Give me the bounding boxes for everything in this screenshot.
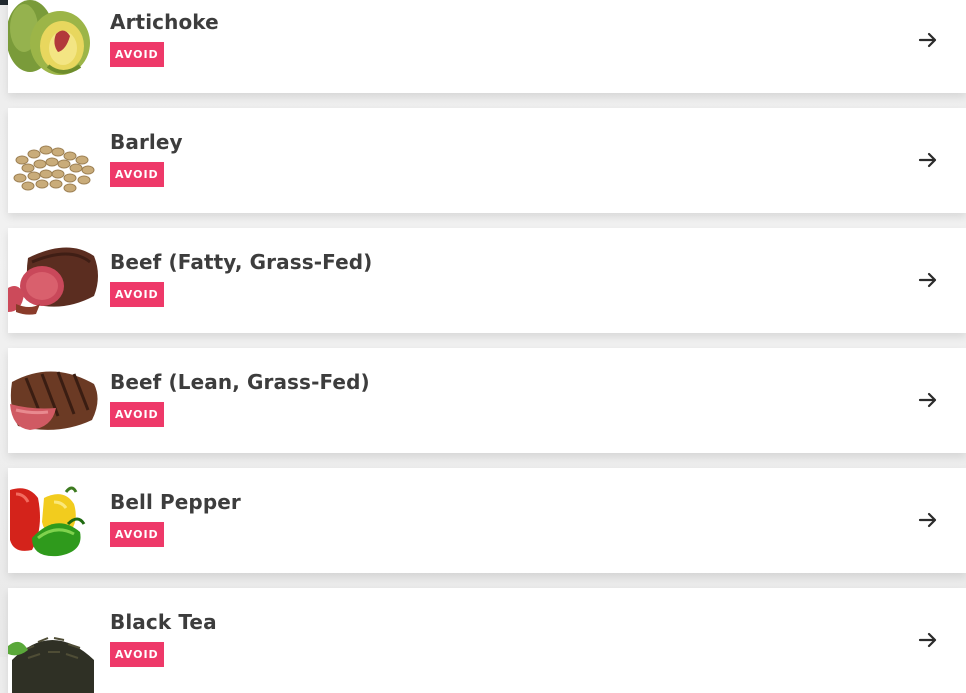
arrow-right-icon[interactable] <box>916 148 940 172</box>
arrow-right-icon[interactable] <box>916 628 940 652</box>
avoid-badge: AVOID <box>110 642 164 667</box>
food-name: Bell Pepper <box>110 490 241 514</box>
roast-beef-image <box>8 228 103 333</box>
food-name: Beef (Lean, Grass-Fed) <box>110 370 370 394</box>
food-list-item[interactable]: Beef (Fatty, Grass-Fed) AVOID <box>8 228 966 333</box>
black-tea-image <box>8 588 103 693</box>
food-name: Barley <box>110 130 183 154</box>
food-list-item[interactable]: Artichoke AVOID <box>8 0 966 93</box>
avoid-badge: AVOID <box>110 42 164 67</box>
food-list-item[interactable]: Black Tea AVOID <box>8 588 966 693</box>
barley-image <box>8 108 103 213</box>
food-list-item[interactable]: Beef (Lean, Grass-Fed) AVOID <box>8 348 966 453</box>
avoid-badge: AVOID <box>110 402 164 427</box>
avoid-badge: AVOID <box>110 282 164 307</box>
steak-image <box>8 348 103 453</box>
arrow-right-icon[interactable] <box>916 388 940 412</box>
arrow-right-icon[interactable] <box>916 508 940 532</box>
avoid-badge: AVOID <box>110 162 164 187</box>
artichoke-image <box>8 0 103 93</box>
food-list-item[interactable]: Bell Pepper AVOID <box>8 468 966 573</box>
bell-pepper-image <box>8 468 103 573</box>
food-name: Artichoke <box>110 10 219 34</box>
food-list-item[interactable]: Barley AVOID <box>8 108 966 213</box>
avoid-badge: AVOID <box>110 522 164 547</box>
food-name: Black Tea <box>110 610 217 634</box>
arrow-right-icon[interactable] <box>916 28 940 52</box>
arrow-right-icon[interactable] <box>916 268 940 292</box>
food-name: Beef (Fatty, Grass-Fed) <box>110 250 373 274</box>
